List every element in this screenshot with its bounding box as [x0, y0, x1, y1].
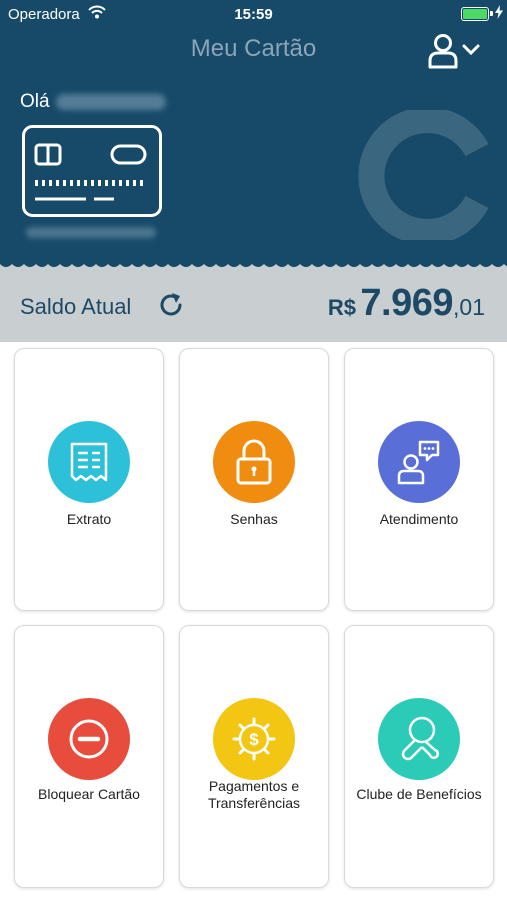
- tile-label: Extrato: [66, 511, 112, 527]
- currency-symbol: R$: [327, 295, 356, 320]
- benefits-icon: [378, 698, 460, 780]
- balance-strip: Saldo Atual R$ 7.969,01: [0, 260, 507, 342]
- receipt-icon: [48, 421, 130, 503]
- wavy-edge: [0, 260, 507, 267]
- status-time: 15:59: [234, 6, 273, 23]
- tile-extrato[interactable]: Extrato: [14, 348, 164, 611]
- tile-clube-beneficios[interactable]: Clube de Benefícios: [344, 625, 494, 888]
- tile-label: Senhas: [230, 511, 278, 527]
- header: Operadora 15:59 Meu Cartão Olá: [0, 0, 507, 270]
- charging-icon: [495, 5, 503, 23]
- greeting-text: Olá: [20, 91, 50, 112]
- support-chat-icon: [378, 421, 460, 503]
- credit-card-icon: [22, 125, 162, 224]
- brand-logo-icon: [355, 107, 495, 245]
- balance-decimal: ,01: [453, 294, 485, 320]
- balance-integer: 7.969: [360, 282, 454, 324]
- user-icon: [428, 34, 480, 69]
- battery-icon: [461, 7, 489, 21]
- tile-label: Atendimento: [379, 511, 459, 527]
- tile-atendimento[interactable]: Atendimento: [344, 348, 494, 611]
- payment-gear-icon: $: [213, 698, 295, 780]
- status-bar: Operadora 15:59: [0, 0, 507, 28]
- refresh-icon[interactable]: [156, 290, 186, 325]
- lock-icon: [213, 421, 295, 503]
- svg-text:$: $: [249, 730, 259, 749]
- tile-senhas[interactable]: Senhas: [179, 348, 329, 611]
- tile-pagamentos-transferencias[interactable]: $ Pagamentos e Transferências: [179, 625, 329, 888]
- user-menu-button[interactable]: [426, 32, 488, 70]
- tile-label: Bloquear Cartão: [38, 786, 140, 802]
- tile-label: Pagamentos e Transferências: [207, 778, 301, 811]
- tile-label: Clube de Benefícios: [356, 786, 482, 802]
- balance-amount: R$ 7.969,01: [328, 282, 485, 325]
- balance-label: Saldo Atual: [20, 294, 132, 319]
- block-icon: [48, 698, 130, 780]
- greeting: Olá: [20, 91, 166, 113]
- tile-bloquear-cartao[interactable]: Bloquear Cartão: [14, 625, 164, 888]
- battery-tip: [490, 11, 493, 16]
- card-number-blurred: [26, 227, 156, 238]
- user-name-blurred: [55, 93, 166, 110]
